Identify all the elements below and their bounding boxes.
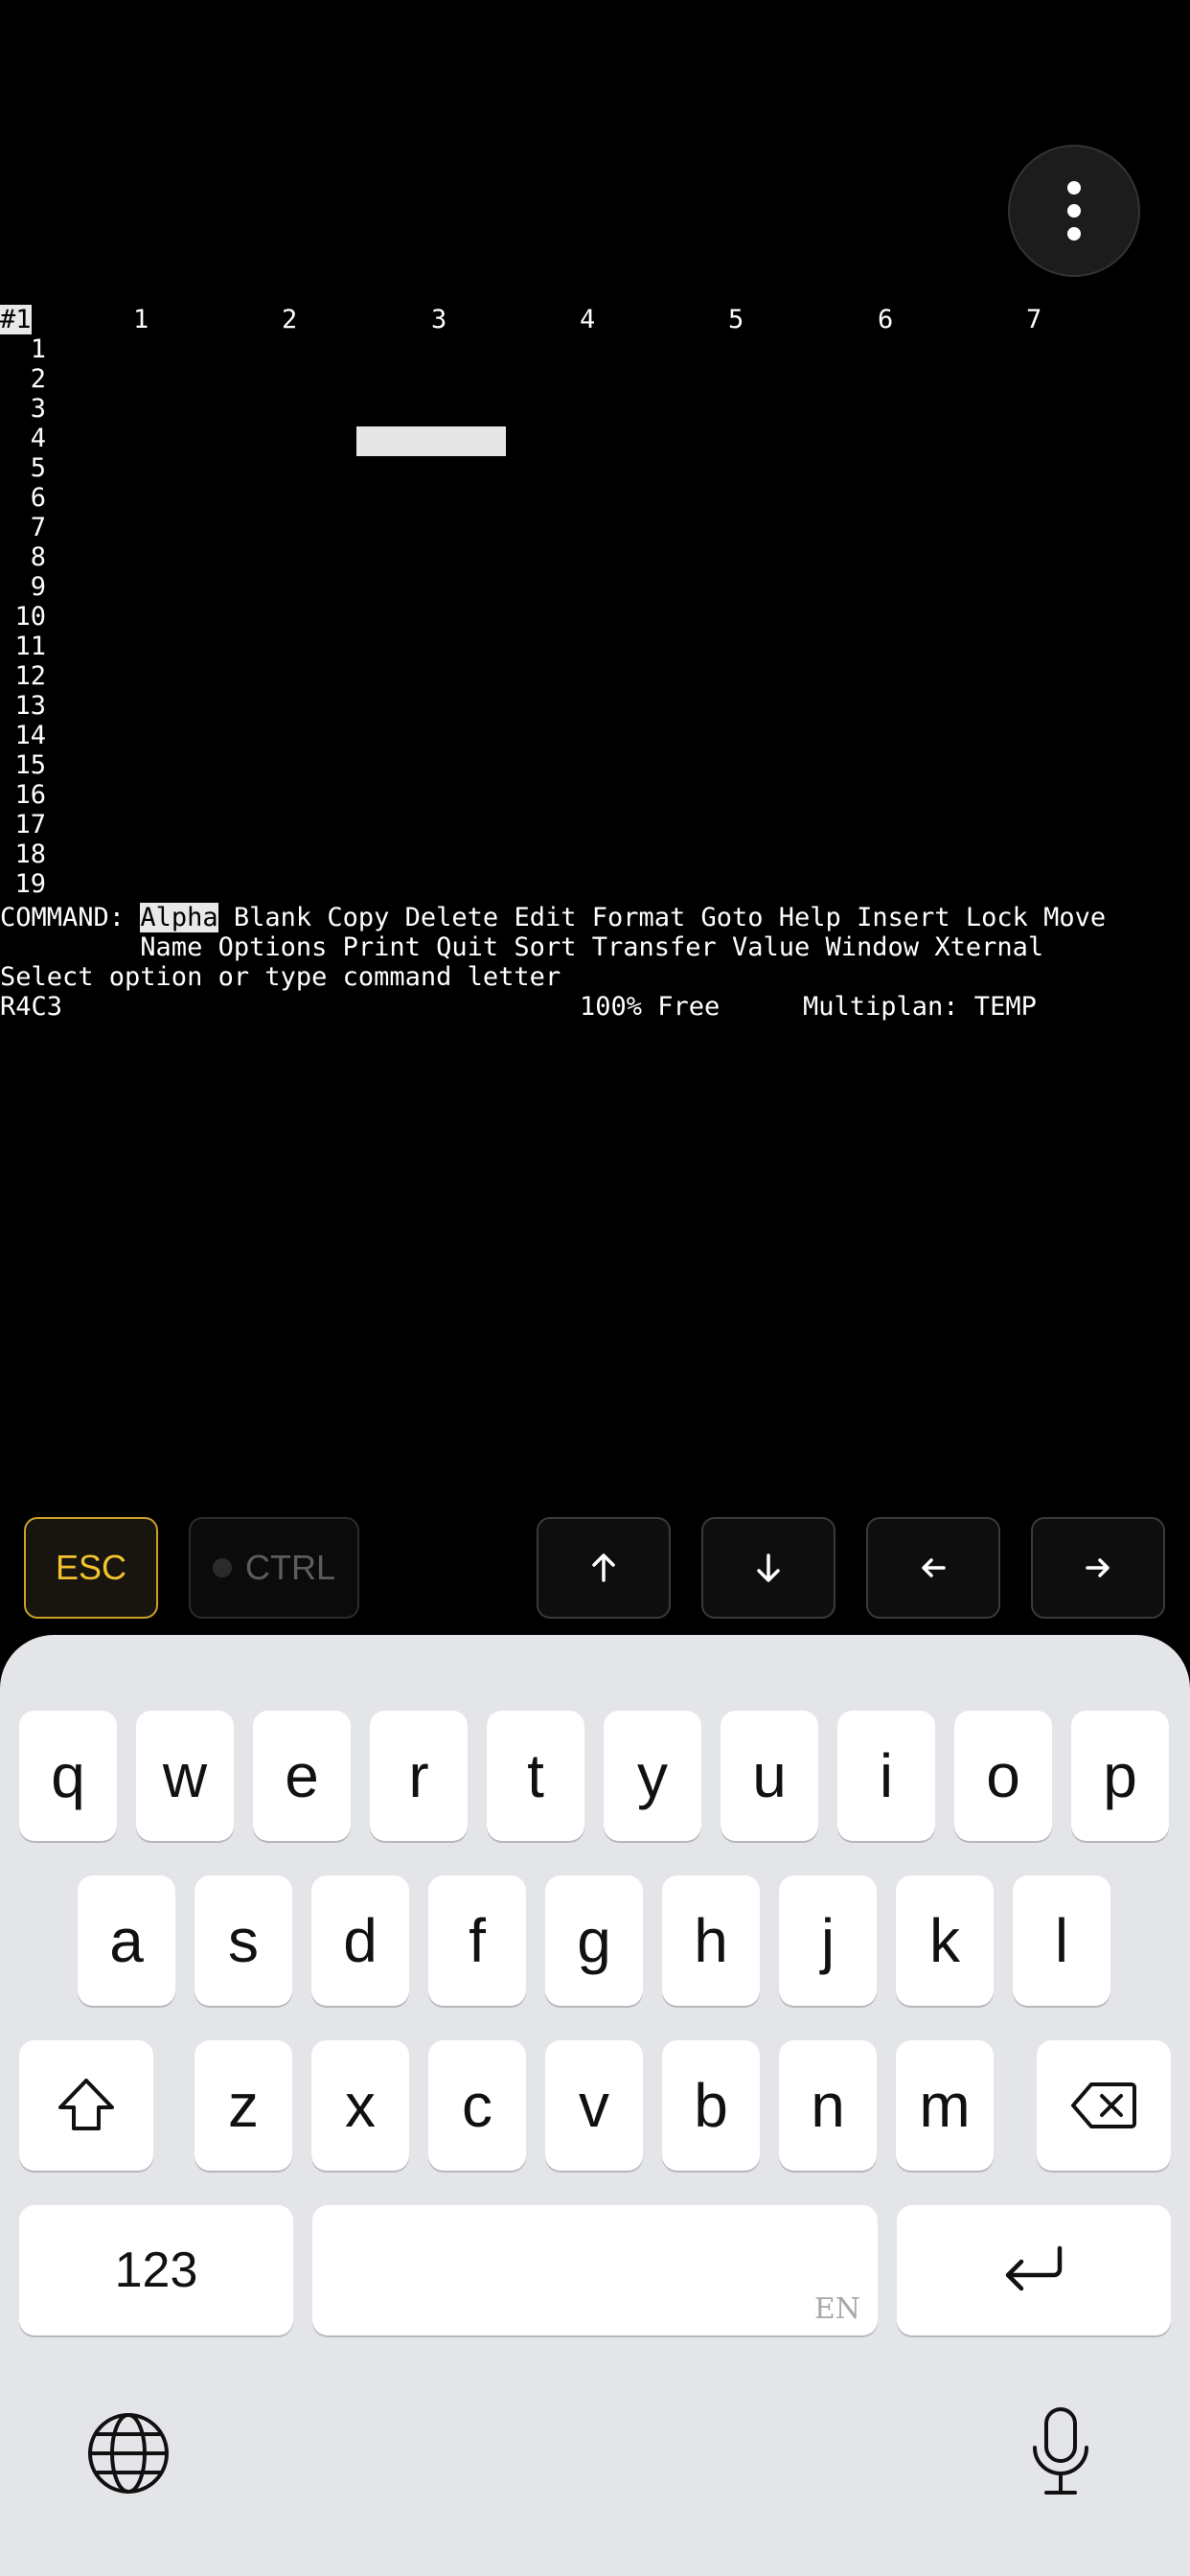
row-header: 15 — [14, 750, 46, 780]
column-header: 2 — [282, 305, 298, 334]
command-line-2: Name Options Print Quit Sort Transfer Va… — [0, 932, 1044, 962]
ctrl-label: CTRL — [244, 1548, 335, 1587]
space-language-label: EN — [813, 2292, 860, 2326]
column-header: 1 — [133, 305, 149, 334]
row-header: 7 — [30, 513, 46, 542]
command-prefix: COMMAND: — [0, 903, 141, 932]
key-i[interactable]: i — [837, 1711, 935, 1841]
arrow-up-icon — [592, 1553, 615, 1582]
command-options: Blank Copy Delete Edit Format Goto Help … — [217, 903, 1107, 932]
column-header: 5 — [728, 305, 744, 334]
esc-label: ESC — [55, 1548, 127, 1587]
command-line: COMMAND: Alpha Blank Copy Delete Edit Fo… — [0, 903, 1106, 932]
key-q[interactable]: q — [19, 1711, 117, 1841]
prompt-line: Select option or type command letter — [0, 962, 561, 992]
key-m[interactable]: m — [896, 2040, 994, 2171]
key-b[interactable]: b — [662, 2040, 760, 2171]
arrow-left-icon — [922, 1558, 946, 1577]
key-u[interactable]: u — [721, 1711, 818, 1841]
return-icon — [1005, 2245, 1063, 2291]
key-x[interactable]: x — [311, 2040, 409, 2171]
key-t[interactable]: t — [487, 1711, 584, 1841]
active-cell[interactable] — [356, 426, 506, 456]
esc-button[interactable]: ESC — [24, 1517, 158, 1619]
more-dots-icon — [1067, 181, 1081, 195]
row-header: 14 — [14, 721, 46, 750]
app-filename: Multiplan: TEMP — [803, 992, 1037, 1022]
window-label: #1 — [0, 305, 32, 334]
dictation-button[interactable] — [1027, 2405, 1094, 2497]
key-p[interactable]: p — [1071, 1711, 1169, 1841]
row-header: 3 — [30, 394, 46, 424]
delete-key[interactable] — [1037, 2040, 1171, 2171]
key-e[interactable]: e — [253, 1711, 351, 1841]
row-header: 5 — [30, 453, 46, 483]
row-header: 1 — [30, 334, 46, 364]
key-v[interactable]: v — [545, 2040, 643, 2171]
more-dot — [1067, 204, 1081, 218]
row-header: 16 — [14, 780, 46, 810]
key-d[interactable]: d — [311, 1875, 409, 2006]
row-header: 19 — [14, 869, 46, 899]
cell-reference: R4C3 — [0, 992, 63, 1022]
backspace-icon — [1071, 2082, 1136, 2128]
command-selected-option[interactable]: Alpha — [140, 903, 218, 932]
key-z[interactable]: z — [195, 2040, 292, 2171]
row-header: 10 — [14, 602, 46, 632]
key-r[interactable]: r — [370, 1711, 468, 1841]
key-w[interactable]: w — [136, 1711, 234, 1841]
row-header: 8 — [30, 542, 46, 572]
row-header: 11 — [14, 632, 46, 661]
key-n[interactable]: n — [779, 2040, 877, 2171]
key-s[interactable]: s — [195, 1875, 292, 2006]
row-header: 9 — [30, 572, 46, 602]
row-header: 18 — [14, 840, 46, 869]
return-key[interactable] — [897, 2205, 1171, 2335]
row-header: 13 — [14, 691, 46, 721]
row-header: 17 — [14, 810, 46, 840]
key-l[interactable]: l — [1013, 1875, 1110, 2006]
row-header: 12 — [14, 661, 46, 691]
globe-button[interactable] — [86, 2411, 171, 2496]
row-header: 2 — [30, 364, 46, 394]
key-g[interactable]: g — [545, 1875, 643, 2006]
space-key[interactable]: EN — [312, 2205, 878, 2335]
globe-icon — [88, 2413, 169, 2494]
column-header: 4 — [580, 305, 596, 334]
key-k[interactable]: k — [896, 1875, 994, 2006]
key-o[interactable]: o — [954, 1711, 1052, 1841]
arrow-up-button[interactable] — [537, 1517, 671, 1619]
shift-key[interactable] — [19, 2040, 153, 2171]
key-c[interactable]: c — [428, 2040, 526, 2171]
row-header: 4 — [30, 424, 46, 453]
arrow-down-icon — [757, 1553, 780, 1582]
column-header: 7 — [1026, 305, 1042, 334]
key-f[interactable]: f — [428, 1875, 526, 2006]
arrow-down-button[interactable] — [701, 1517, 835, 1619]
memory-free: 100% Free — [580, 992, 721, 1022]
arrow-left-button[interactable] — [866, 1517, 1000, 1619]
numbers-key[interactable]: 123 — [19, 2205, 293, 2335]
more-dot — [1067, 227, 1081, 241]
key-j[interactable]: j — [779, 1875, 877, 2006]
arrow-right-icon — [1086, 1558, 1110, 1577]
microphone-icon — [1033, 2407, 1088, 2495]
key-a[interactable]: a — [78, 1875, 175, 2006]
shift-icon — [58, 2079, 114, 2130]
ctrl-button[interactable]: CTRL — [189, 1517, 359, 1619]
on-screen-keyboard: q w e r t y u i o p a s d f g h j k l z … — [0, 1635, 1190, 2576]
ctrl-indicator-icon — [212, 1558, 232, 1577]
arrow-right-button[interactable] — [1031, 1517, 1165, 1619]
row-header: 6 — [30, 483, 46, 513]
column-header: 6 — [878, 305, 894, 334]
key-h[interactable]: h — [662, 1875, 760, 2006]
column-header: 3 — [431, 305, 447, 334]
key-y[interactable]: y — [604, 1711, 701, 1841]
more-options-button[interactable] — [1008, 145, 1140, 277]
